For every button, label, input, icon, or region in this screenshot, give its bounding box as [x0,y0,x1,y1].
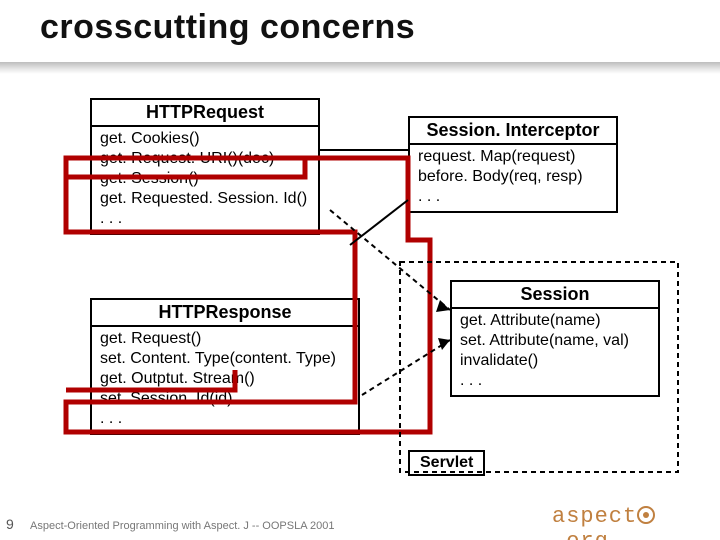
connector-overlay [0,0,720,540]
title-bar: crosscutting concerns [0,0,720,74]
logo-text-left: aspect [552,504,637,529]
uml-method: before. Body(req, resp) [418,167,608,187]
uml-method: invalidate() [460,351,650,371]
uml-method: get. Request. URI()(doc) [100,149,310,169]
uml-method: . . . [100,209,310,229]
uml-method: set. Attribute(name, val) [460,331,650,351]
uml-session: Session get. Attribute(name) set. Attrib… [450,280,660,397]
logo-text-right: .org [552,529,609,540]
uml-method: get. Requested. Session. Id() [100,189,310,209]
uml-sessioninterceptor-head: Session. Interceptor [410,118,616,145]
uml-httpresponse: HTTPResponse get. Request() set. Content… [90,298,360,435]
uml-method: get. Request() [100,329,350,349]
uml-httprequest: HTTPRequest get. Cookies() get. Request.… [90,98,320,235]
uml-servlet-label: Servlet [420,454,473,471]
uml-method: . . . [460,371,650,391]
title-shadow [0,62,720,74]
uml-method: get. Cookies() [100,129,310,149]
uml-sessioninterceptor-body: request. Map(request) before. Body(req, … [410,145,616,211]
uml-method: set. Content. Type(content. Type) [100,349,350,369]
uml-method: get. Session() [100,169,310,189]
footer-caption: Aspect-Oriented Programming with Aspect.… [30,520,334,532]
uml-sessioninterceptor: Session. Interceptor request. Map(reques… [408,116,618,213]
aspectj-logo: aspect.org [552,504,702,534]
uml-method: get. Outptut. Stream() [100,369,350,389]
uml-httpresponse-body: get. Request() set. Content. Type(conten… [92,327,358,433]
slide-title: crosscutting concerns [40,8,415,47]
slide: crosscutting concerns HTTPRequest get. C… [0,0,720,540]
uml-method: set. Session. Id(id) [100,389,350,409]
uml-method: . . . [100,409,350,429]
uml-method: get. Attribute(name) [460,311,650,331]
uml-session-body: get. Attribute(name) set. Attribute(name… [452,309,658,395]
uml-session-head: Session [452,282,658,309]
logo-eye-icon [637,506,655,524]
uml-httprequest-body: get. Cookies() get. Request. URI()(doc) … [92,127,318,233]
uml-servlet: Servlet [408,450,485,476]
uml-httpresponse-head: HTTPResponse [92,300,358,327]
uml-method: request. Map(request) [418,147,608,167]
slide-number: 9 [6,516,14,532]
uml-httprequest-head: HTTPRequest [92,100,318,127]
uml-method: . . . [418,187,608,207]
